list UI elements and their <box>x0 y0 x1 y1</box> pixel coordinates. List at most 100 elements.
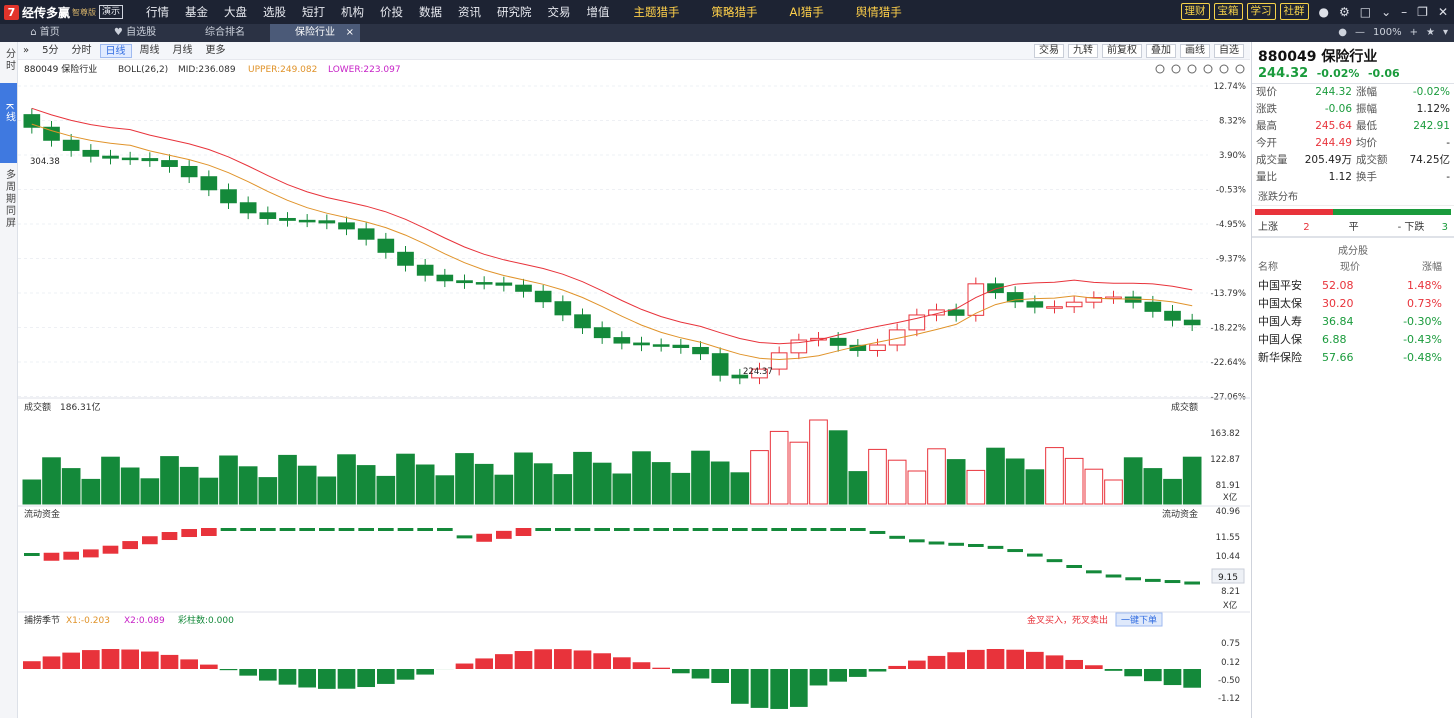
period-button[interactable]: 月线 <box>168 44 198 58</box>
flow-marker <box>496 530 512 539</box>
collapse-icon[interactable]: » <box>18 44 34 58</box>
minimize-icon[interactable]: – <box>1401 5 1407 19</box>
oscillator-bar <box>1144 669 1162 682</box>
chart-tool-button[interactable]: 画线 <box>1180 44 1210 58</box>
side-tab[interactable]: 分时 <box>0 42 17 83</box>
quote-label: 成交量 <box>1256 154 1288 166</box>
tab-item[interactable]: 综合排名 <box>180 24 270 42</box>
zoom-out-icon[interactable] <box>1187 64 1197 74</box>
side-tab[interactable]: K线 <box>0 83 17 163</box>
menu-item[interactable]: 行情 <box>138 4 177 20</box>
dropdown-icon[interactable]: ▾ <box>1443 24 1448 42</box>
zoom-in-icon[interactable] <box>1171 64 1181 74</box>
top-button[interactable]: 宝箱 <box>1213 3 1243 20</box>
component-row[interactable]: 中国平安 52.08 1.48% <box>1252 277 1454 295</box>
volume-bar <box>219 455 238 505</box>
chart-tool-button[interactable]: 九转 <box>1068 44 1098 58</box>
menu-item[interactable]: 增值 <box>579 4 618 20</box>
help-icon[interactable] <box>1219 64 1229 74</box>
flow-marker <box>142 536 158 545</box>
period-toolbar: » 5分 分时 日线 周线 月线 更多 交易 九转 前复权 叠加 画线 自选 <box>18 42 1250 60</box>
menu-item[interactable]: 资讯 <box>450 4 489 20</box>
volume-bar <box>887 459 907 505</box>
app-logo[interactable]: 7 经传多赢 智尊版 演示 <box>0 4 138 21</box>
chart-tool-button[interactable]: 叠加 <box>1146 44 1176 58</box>
menu-item[interactable]: 选股 <box>255 4 294 20</box>
y-axis-label: 40.96 <box>1216 507 1240 517</box>
chart-area[interactable]: 880049 保险行业 BOLL(26,2) MID:236.089 UPPER:24… <box>18 60 1250 718</box>
quote-row: 最高 245.64 最低 242.91 <box>1252 118 1454 135</box>
oscillator-bar <box>1006 649 1024 669</box>
distribution-title: 涨跌分布 <box>1252 186 1454 206</box>
quote-label: 今开 <box>1256 137 1277 149</box>
zoom-in-icon[interactable]: + <box>1410 24 1418 42</box>
close-icon[interactable] <box>1235 64 1245 74</box>
period-button[interactable]: 日线 <box>99 43 132 58</box>
period-button[interactable]: 更多 <box>201 44 231 58</box>
component-row[interactable]: 新华保险 57.66 -0.48% <box>1252 349 1454 367</box>
chevron-down-icon[interactable]: ⌄ <box>1381 5 1391 19</box>
flow-marker <box>338 528 355 531</box>
y-axis-label: -0.50 <box>1218 676 1240 686</box>
period-button[interactable]: 5分 <box>37 44 63 58</box>
component-row[interactable]: 中国人保 6.88 -0.43% <box>1252 331 1454 349</box>
candle <box>298 219 316 223</box>
menu-item[interactable]: 机构 <box>333 4 372 20</box>
close-icon[interactable]: ✕ <box>1438 5 1448 19</box>
top-button[interactable]: 社群 <box>1279 3 1309 20</box>
volume-bar <box>199 477 219 505</box>
menu-hunter-item[interactable]: 舆情猎手 <box>840 4 918 20</box>
chart-tool-button[interactable]: 自选 <box>1214 44 1244 58</box>
window-icon[interactable]: □ <box>1360 5 1371 19</box>
quote-label: 振幅 <box>1356 103 1377 115</box>
quote-value: 1.12% <box>1416 103 1450 115</box>
user-icon[interactable]: ● <box>1319 5 1329 19</box>
flow-label: 流动资金 <box>24 508 60 520</box>
period-button[interactable]: 分时 <box>67 44 97 58</box>
top-button[interactable]: 学习 <box>1246 3 1276 20</box>
oscillator-bar <box>809 669 828 686</box>
zoom-out-icon[interactable]: — <box>1355 24 1365 42</box>
menu-hunter-item[interactable]: AI猎手 <box>774 4 840 20</box>
volume-bar <box>553 474 573 505</box>
menu-item[interactable]: 短打 <box>294 4 333 20</box>
menu-item[interactable]: 研究院 <box>489 4 540 20</box>
menu-hunter-item[interactable]: 主题猎手 <box>618 4 696 20</box>
component-row[interactable]: 中国人寿 36.84 -0.30% <box>1252 313 1454 331</box>
volume-bar <box>612 473 632 505</box>
quote-value: -0.02% <box>1412 86 1450 98</box>
chart-tool-button[interactable]: 交易 <box>1034 44 1064 58</box>
refresh-icon[interactable] <box>1155 64 1165 74</box>
menu-item[interactable]: 价投 <box>372 4 411 20</box>
settings-icon[interactable]: ● <box>1338 24 1347 42</box>
volume-bar <box>514 452 533 505</box>
candle <box>1046 306 1063 309</box>
settings-icon[interactable] <box>1203 64 1213 74</box>
tab-item[interactable]: ⌂ 首页 <box>0 24 90 42</box>
close-tab-icon[interactable]: × <box>346 24 354 42</box>
quote-value: 244.32 <box>1315 86 1352 98</box>
quote-row: 成交量 205.49万 成交额 74.25亿 <box>1252 152 1454 169</box>
component-price: 57.66 <box>1322 351 1354 364</box>
menu-item[interactable]: 数据 <box>411 4 450 20</box>
menu-item[interactable]: 大盘 <box>216 4 255 20</box>
home-icon: ⌂ <box>30 27 40 38</box>
tab-item[interactable]: ♥ 自选股 <box>90 24 180 42</box>
menu-item[interactable]: 基金 <box>177 4 216 20</box>
candle <box>593 327 611 339</box>
oscillator-bar <box>1026 651 1044 669</box>
restore-icon[interactable]: ❐ <box>1417 5 1428 19</box>
menu-hunter-item[interactable]: 策略猎手 <box>696 4 774 20</box>
gear-icon[interactable]: ⚙ <box>1339 5 1350 19</box>
component-row[interactable]: 中国太保 30.20 0.73% <box>1252 295 1454 313</box>
volume-bar <box>828 430 848 505</box>
tab-item[interactable]: 保险行业 × <box>270 24 360 42</box>
oscillator-bar <box>593 653 611 669</box>
menu-item[interactable]: 交易 <box>540 4 579 20</box>
chart-tool-button[interactable]: 前复权 <box>1102 44 1142 58</box>
side-tab[interactable]: 多周期同屏 <box>0 163 17 240</box>
top-button[interactable]: 理财 <box>1180 3 1210 20</box>
star-icon[interactable]: ★ <box>1426 24 1435 42</box>
oscillator-bar <box>337 669 356 689</box>
period-button[interactable]: 周线 <box>135 44 165 58</box>
